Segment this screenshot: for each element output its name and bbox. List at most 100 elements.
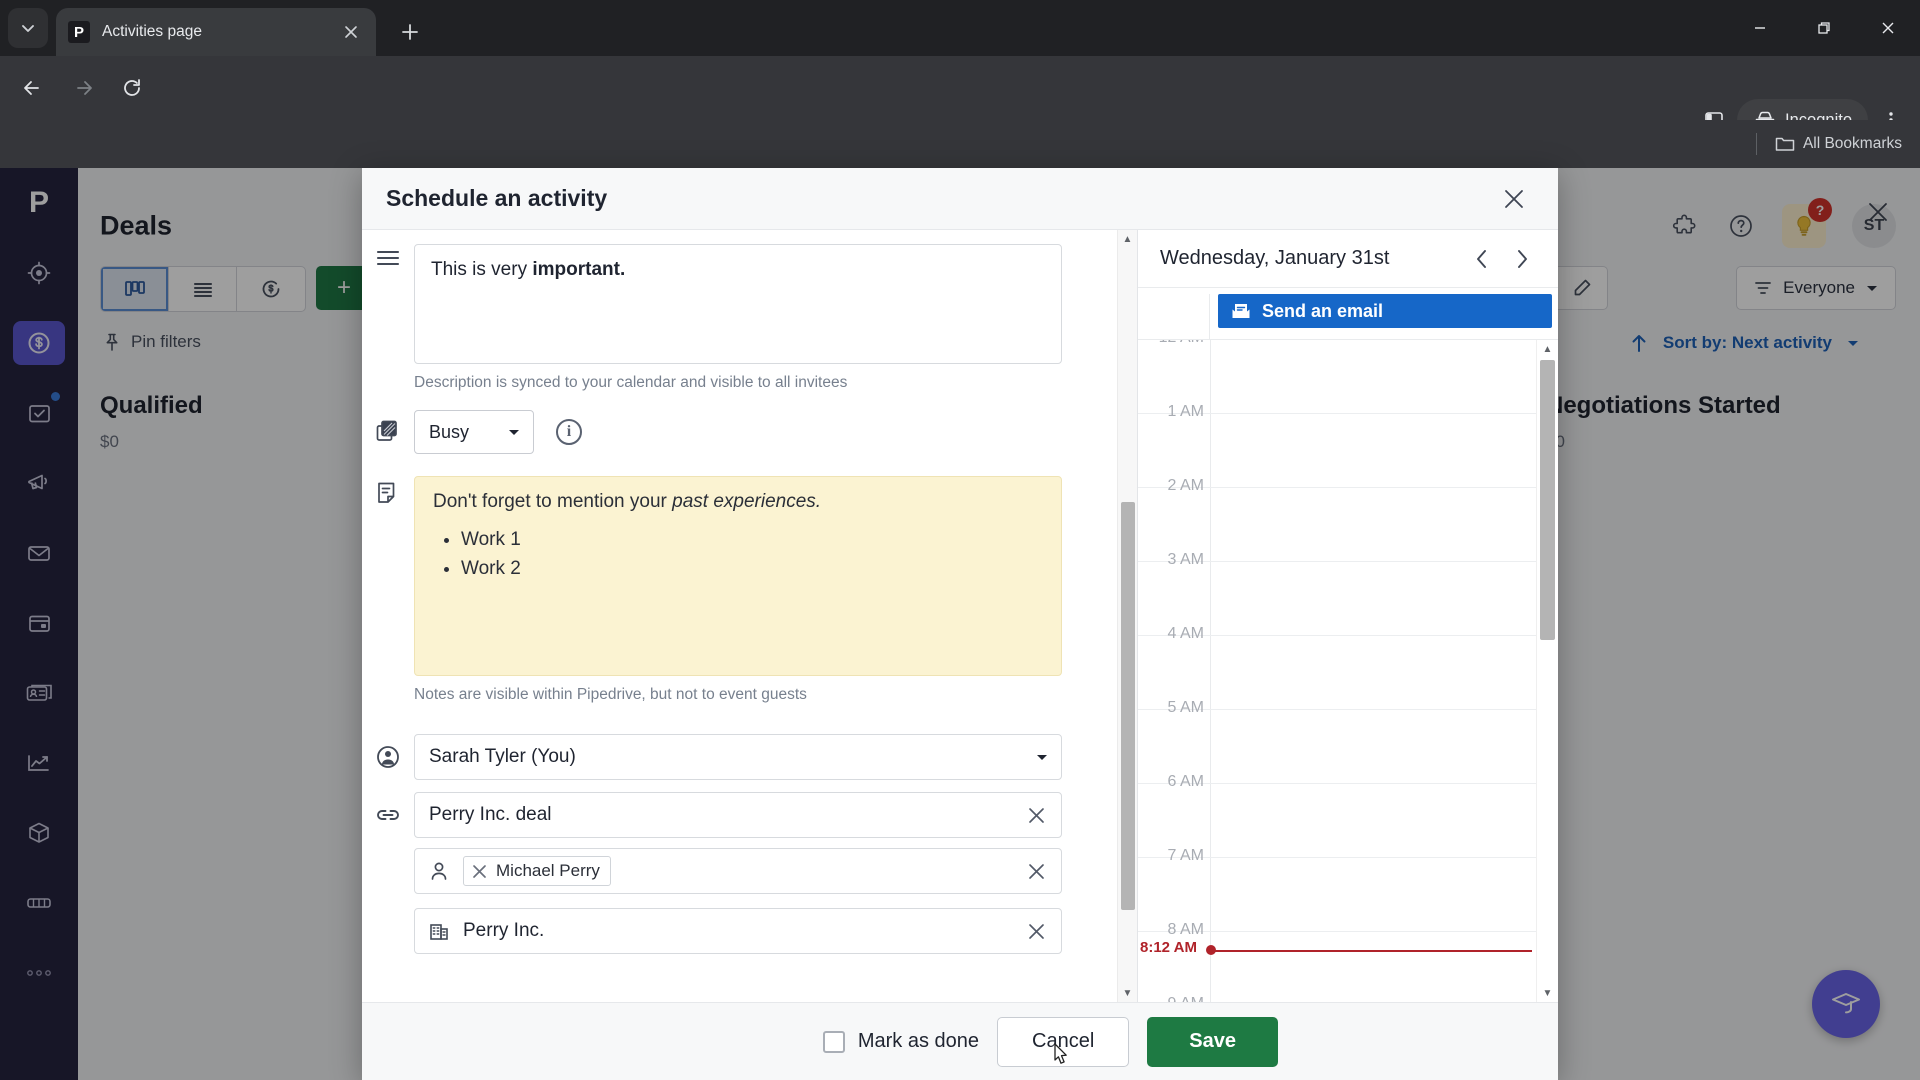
person-chip-label: Michael Perry: [496, 861, 600, 880]
person-chip[interactable]: Michael Perry: [463, 856, 611, 886]
calendar-next-day-icon[interactable]: [1502, 239, 1542, 279]
browser-tab[interactable]: P Activities page: [56, 8, 376, 56]
note-bullet: Work 2: [461, 558, 1043, 580]
person-row: Michael Perry: [362, 848, 1062, 894]
window-controls: [1728, 0, 1920, 56]
calendar-scrollbar[interactable]: ▲ ▼: [1536, 340, 1558, 1002]
tab-close-icon[interactable]: [338, 19, 364, 45]
organization-clear-icon[interactable]: [1024, 923, 1049, 940]
owner-row: Sarah Tyler (You): [362, 734, 1062, 780]
hour-label: 9 AM: [1138, 995, 1204, 1002]
busy-layers-icon: [362, 419, 414, 445]
calendar-header: Wednesday, January 31st: [1138, 230, 1558, 288]
mark-as-done-label: Mark as done: [857, 1030, 980, 1052]
scroll-up-icon[interactable]: ▲: [1537, 340, 1558, 358]
all-bookmarks-label: All Bookmarks: [1802, 135, 1902, 152]
note-helper: Notes are visible within Pipedrive, but …: [414, 686, 807, 703]
hour-label: 12 AM: [1138, 340, 1204, 347]
hour-label: 6 AM: [1167, 773, 1204, 790]
form-scrollbar-thumb[interactable]: [1121, 502, 1135, 910]
folder-icon: [1775, 137, 1795, 151]
note-lead-italic: past experiences.: [672, 491, 822, 512]
note-icon: [362, 476, 414, 704]
dialog-title: Schedule an activity: [386, 185, 608, 211]
browser-toolbar: moodjoy.pipedrive.com/pipeline/1/user/ev…: [0, 56, 1920, 174]
current-time-label: 8:12 AM: [1140, 939, 1197, 956]
note-lead-line: Don't forget to mention your past experi…: [433, 491, 1043, 513]
deal-row: Perry Inc. deal: [362, 792, 1062, 838]
back-arrow-icon[interactable]: [14, 70, 50, 106]
note-bullet: Work 1: [461, 529, 1043, 551]
calendar-grid: 12 AM 1 AM 2 AM 3 AM 4 AM 5 AM 6 AM 7 AM…: [1138, 340, 1558, 1002]
dialog-body: This is very important. Description is s…: [362, 230, 1558, 1002]
calendar-event-send-an-email[interactable]: Send an email: [1218, 294, 1552, 328]
person-field[interactable]: Michael Perry: [414, 848, 1062, 894]
description-helper: Description is synced to your calendar a…: [414, 374, 848, 391]
description-text-bold: important.: [532, 259, 626, 280]
save-button[interactable]: Save: [1147, 1016, 1278, 1067]
deal-clear-icon[interactable]: [1024, 807, 1049, 824]
minimize-icon[interactable]: [1728, 0, 1792, 56]
calendar-panel: Wednesday, January 31st Send an email 1 …: [1137, 230, 1558, 1002]
caret-down-icon: [1037, 755, 1047, 760]
dialog-footer: Mark as done Cancel Save: [362, 1002, 1558, 1080]
tab-search-icon[interactable]: [8, 8, 48, 48]
organization-value: Perry Inc.: [463, 920, 545, 941]
description-textarea[interactable]: This is very important.: [414, 244, 1062, 364]
owner-value: Sarah Tyler (You): [429, 746, 576, 767]
mark-as-done-control[interactable]: Mark as done: [822, 1030, 980, 1053]
scroll-up-icon[interactable]: ▲: [1118, 230, 1137, 248]
forward-arrow-icon[interactable]: [66, 70, 102, 106]
tab-favicon: P: [68, 21, 90, 43]
calendar-scrollbar-thumb[interactable]: [1540, 360, 1555, 640]
person-clear-icon[interactable]: [1024, 863, 1049, 880]
hour-label: 4 AM: [1167, 625, 1204, 642]
reload-icon[interactable]: [114, 70, 150, 106]
dialog-header: Schedule an activity: [362, 168, 1558, 230]
current-time-line: [1212, 950, 1532, 952]
form-scrollbar[interactable]: ▲ ▼: [1117, 230, 1137, 1002]
scroll-down-icon[interactable]: ▼: [1118, 984, 1137, 1002]
calendar-prev-day-icon[interactable]: [1462, 239, 1502, 279]
deal-field[interactable]: Perry Inc. deal: [414, 792, 1062, 838]
scroll-down-icon[interactable]: ▼: [1537, 984, 1558, 1002]
tab-strip: P Activities page: [0, 0, 1920, 56]
deal-value: Perry Inc. deal: [429, 804, 552, 825]
schedule-activity-dialog: Schedule an activity This is very import…: [362, 168, 1558, 1080]
busy-row: Busy i: [362, 410, 582, 454]
note-textarea[interactable]: Don't forget to mention your past experi…: [414, 476, 1062, 676]
calendar-allday-row: Send an email: [1138, 288, 1558, 340]
person-chip-remove-icon[interactable]: [472, 864, 487, 879]
hour-label: 7 AM: [1167, 847, 1204, 864]
calendar-event-label: Send an email: [1262, 300, 1384, 321]
note-row: Don't forget to mention your past experi…: [362, 476, 1062, 704]
organization-row: Perry Inc.: [362, 908, 1062, 954]
calendar-hour-row[interactable]: 8 AM 8:12 AM: [1138, 921, 1536, 1002]
bookmark-separator: [1755, 133, 1757, 155]
owner-select[interactable]: Sarah Tyler (You): [414, 734, 1062, 780]
calendar-hours[interactable]: 12 AM 1 AM 2 AM 3 AM 4 AM 5 AM 6 AM 7 AM…: [1138, 340, 1536, 1002]
all-bookmarks-button[interactable]: All Bookmarks: [1775, 135, 1902, 153]
hour-label: 3 AM: [1167, 551, 1204, 568]
link-icon: [362, 805, 414, 825]
info-icon[interactable]: i: [556, 419, 582, 445]
mouse-cursor: [1046, 1040, 1076, 1078]
organization-field[interactable]: Perry Inc.: [414, 908, 1062, 954]
dialog-close-icon[interactable]: [1494, 179, 1534, 219]
mark-as-done-checkbox[interactable]: [822, 1030, 845, 1053]
bookmarks-bar: All Bookmarks: [0, 120, 1920, 168]
hour-label: 2 AM: [1167, 477, 1204, 494]
description-row: This is very important. Description is s…: [362, 244, 1062, 392]
person-icon: [429, 860, 449, 882]
restore-icon[interactable]: [1792, 0, 1856, 56]
building-icon: [429, 921, 449, 941]
person-circle-icon: [362, 744, 414, 770]
busy-select[interactable]: Busy: [414, 410, 534, 454]
busy-value: Busy: [429, 421, 470, 442]
activity-form: This is very important. Description is s…: [362, 230, 1137, 1002]
tab-title: Activities page: [102, 23, 202, 40]
hour-label: 5 AM: [1167, 699, 1204, 716]
hour-label: 8 AM: [1167, 921, 1204, 938]
new-tab-icon[interactable]: [392, 14, 428, 50]
window-close-icon[interactable]: [1856, 0, 1920, 56]
